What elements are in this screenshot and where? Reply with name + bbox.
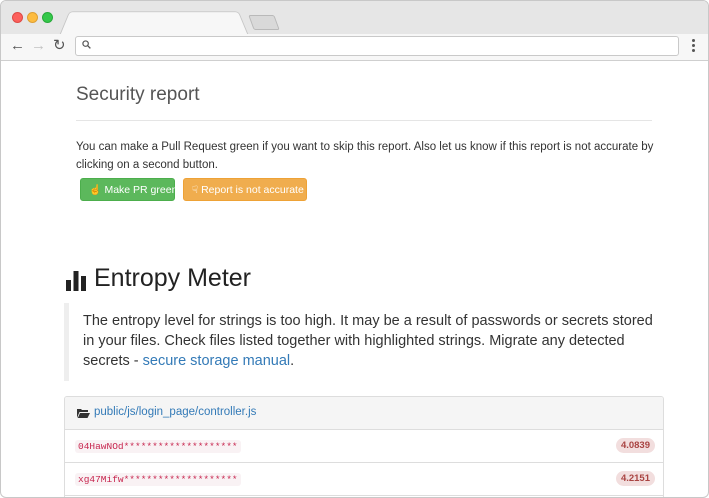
- secret-string: xg47Mifw********************: [75, 473, 241, 486]
- thumbs-up-icon: ☝: [89, 185, 102, 196]
- minimize-window-button[interactable]: [27, 12, 38, 23]
- search-icon: [82, 40, 91, 49]
- menu-dots-icon[interactable]: [692, 39, 696, 54]
- entropy-score-badge: 4.0839: [615, 438, 655, 453]
- thumbs-down-icon: ☟: [192, 185, 199, 196]
- arrow-left-icon[interactable]: ←: [10, 36, 25, 56]
- page-content: Security report You can make a Pull Requ…: [1, 61, 708, 497]
- entropy-description: The entropy level for strings is too hig…: [64, 303, 659, 381]
- file-panel-header: public/js/login_page/controller.js: [65, 397, 663, 430]
- tab-active[interactable]: [59, 11, 249, 36]
- arrow-right-icon[interactable]: →: [31, 36, 46, 56]
- bar-chart-icon: [66, 271, 86, 291]
- browser-window: ← → ↻ Security report You can make a Pul…: [0, 0, 709, 498]
- make-pr-green-button[interactable]: ☝ Make PR green: [80, 178, 178, 201]
- table-row: 04HawNOd******************** 4.0839: [65, 430, 663, 463]
- secret-string: 04HawNOd********************: [75, 440, 241, 453]
- security-report-title: Security report: [76, 84, 200, 105]
- report-not-accurate-button[interactable]: ☟ Report is not accurate: [183, 178, 307, 201]
- table-row: xg47Mifw******************** 4.2151: [65, 463, 663, 496]
- new-tab-button[interactable]: [248, 15, 280, 30]
- secure-storage-manual-link[interactable]: secure storage manual: [143, 353, 291, 369]
- browser-toolbar: ← → ↻: [1, 34, 708, 61]
- maximize-window-button[interactable]: [42, 12, 53, 23]
- entropy-score-badge: 4.2151: [615, 471, 655, 486]
- reload-icon[interactable]: ↻: [53, 36, 66, 56]
- entropy-title: Entropy Meter: [94, 264, 252, 292]
- folder-open-icon: [77, 409, 90, 418]
- entropy-text-end: .: [290, 353, 295, 369]
- security-report-description: You can make a Pull Request green if you…: [76, 141, 654, 171]
- address-bar[interactable]: [75, 36, 679, 56]
- report-not-accurate-label: Report is not accurate: [201, 184, 304, 196]
- make-pr-green-label: Make PR green: [104, 184, 178, 196]
- file-path-link[interactable]: public/js/login_page/controller.js: [94, 406, 256, 418]
- divider: [76, 120, 652, 121]
- file-panel: public/js/login_page/controller.js 04Haw…: [64, 396, 664, 497]
- close-window-button[interactable]: [12, 12, 23, 23]
- tab-bar: [1, 1, 708, 36]
